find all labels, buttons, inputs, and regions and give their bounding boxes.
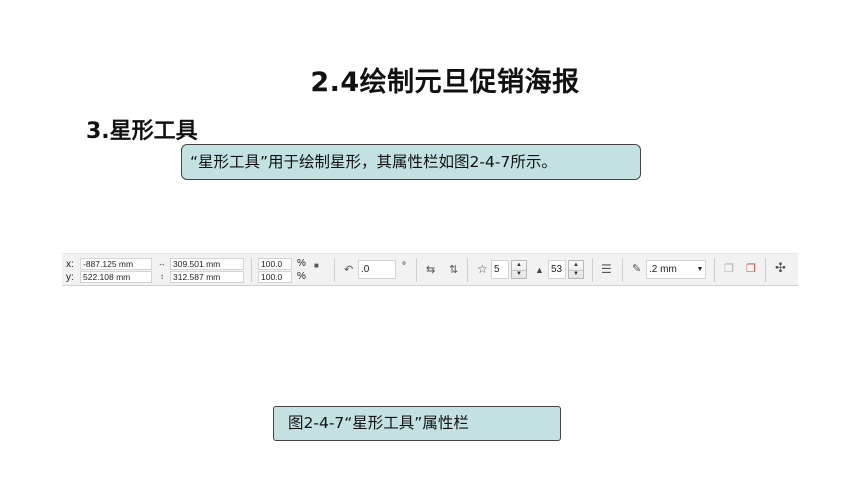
separator — [334, 258, 335, 282]
mirror-vertical-icon[interactable]: ⇅ — [449, 264, 458, 276]
convert-curve-icon[interactable]: ✣ — [775, 261, 786, 274]
spinner-down-icon[interactable]: ▼ — [512, 270, 526, 279]
height-field[interactable]: 312.587 mm — [170, 271, 244, 283]
rotate-icon: ↶ — [344, 264, 354, 276]
sharpness-spinner[interactable]: ▲ ▼ — [568, 260, 584, 279]
to-front-icon[interactable]: ❐ — [724, 263, 734, 275]
spinner-down-icon[interactable]: ▼ — [569, 270, 583, 279]
to-back-icon[interactable]: ❐ — [746, 263, 756, 275]
star-tool-property-bar: x: -887.125 mm y: 522.108 mm ↔ 309.501 m… — [62, 253, 798, 286]
y-label: y: — [66, 272, 74, 283]
star-icon: ☆ — [477, 262, 488, 276]
rotation-field[interactable]: .0 — [358, 260, 396, 279]
separator — [467, 258, 468, 282]
width-arrows-icon: ↔ — [158, 259, 166, 268]
sharpness-field[interactable]: 53 — [548, 260, 566, 279]
star-points-spinner[interactable]: ▲ ▼ — [511, 260, 527, 279]
scale-x-field[interactable]: 100.0 — [258, 258, 292, 270]
mirror-horizontal-icon[interactable]: ⇆ — [426, 264, 435, 276]
lock-icon[interactable]: ■ — [314, 260, 319, 272]
percent-y: % — [297, 271, 306, 282]
scale-y-field[interactable]: 100.0 — [258, 271, 292, 283]
width-field[interactable]: 309.501 mm — [170, 258, 244, 270]
degree-sign: ° — [402, 261, 406, 272]
separator — [714, 258, 715, 282]
separator — [765, 258, 766, 282]
x-position-field[interactable]: -887.125 mm — [80, 258, 152, 270]
callout-box: “星形工具”用于绘制星形，其属性栏如图2-4-7所示。 — [181, 144, 641, 180]
text-wrap-icon[interactable]: ☰ — [601, 263, 612, 275]
x-label: x: — [66, 259, 74, 270]
height-arrows-icon: ↕ — [160, 272, 164, 281]
y-position-field[interactable]: 522.108 mm — [80, 271, 152, 283]
slide-title: 2.4绘制元旦促销海报 — [310, 67, 580, 98]
separator — [592, 258, 593, 282]
percent-x: % — [297, 258, 306, 269]
separator — [622, 258, 623, 282]
triangle-sharpness-icon: ▲ — [535, 265, 544, 275]
chevron-down-icon[interactable]: ▼ — [694, 261, 706, 278]
separator — [251, 258, 252, 282]
star-points-field[interactable]: 5 — [491, 260, 509, 279]
separator — [416, 258, 417, 282]
figure-caption: 图2-4-7“星形工具”属性栏 — [273, 406, 561, 441]
section-heading: 3.星形工具 — [86, 119, 198, 144]
outline-pen-icon: ✎ — [632, 263, 642, 275]
